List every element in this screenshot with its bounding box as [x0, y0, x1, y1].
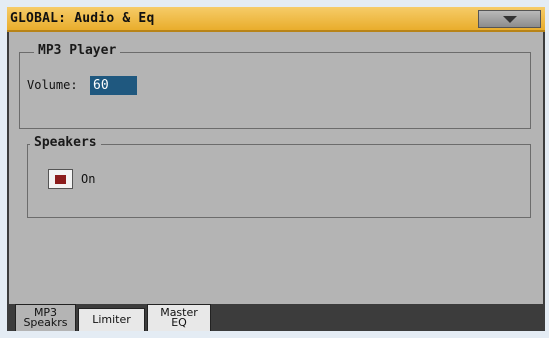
- tab-mp3-speakers[interactable]: MP3 Speakrs: [15, 304, 76, 331]
- page-title: GLOBAL: Audio & Eq: [10, 11, 155, 26]
- tab-mp3-speakers-label: MP3 Speakrs: [23, 306, 68, 329]
- tab-master-eq[interactable]: Master EQ: [147, 304, 211, 331]
- main-panel: MP3 Player Volume: 60 Speakers On: [9, 32, 543, 304]
- speakers-on-label: On: [81, 172, 96, 186]
- speakers-group-title: Speakers: [30, 135, 101, 150]
- display-screen: GLOBAL: Audio & Eq MP3 Player Volume: 60…: [7, 7, 545, 331]
- check-mark-icon: [55, 174, 66, 184]
- title-bar: GLOBAL: Audio & Eq: [7, 7, 545, 32]
- chevron-down-icon: [502, 15, 517, 23]
- speakers-on-checkbox[interactable]: [48, 169, 73, 189]
- mp3-player-group: MP3 Player Volume: 60: [19, 43, 531, 129]
- speakers-group: Speakers On: [27, 135, 531, 218]
- page-menu-button[interactable]: [478, 10, 541, 28]
- mp3-player-group-title: MP3 Player: [34, 43, 121, 58]
- volume-field[interactable]: 60: [90, 76, 137, 95]
- tab-master-eq-label: Master EQ: [160, 306, 198, 329]
- volume-label: Volume:: [27, 78, 78, 92]
- tab-bar: MP3 Speakrs Limiter Master EQ: [9, 304, 543, 331]
- tab-limiter-label: Limiter: [92, 313, 131, 326]
- tab-limiter[interactable]: Limiter: [78, 308, 145, 331]
